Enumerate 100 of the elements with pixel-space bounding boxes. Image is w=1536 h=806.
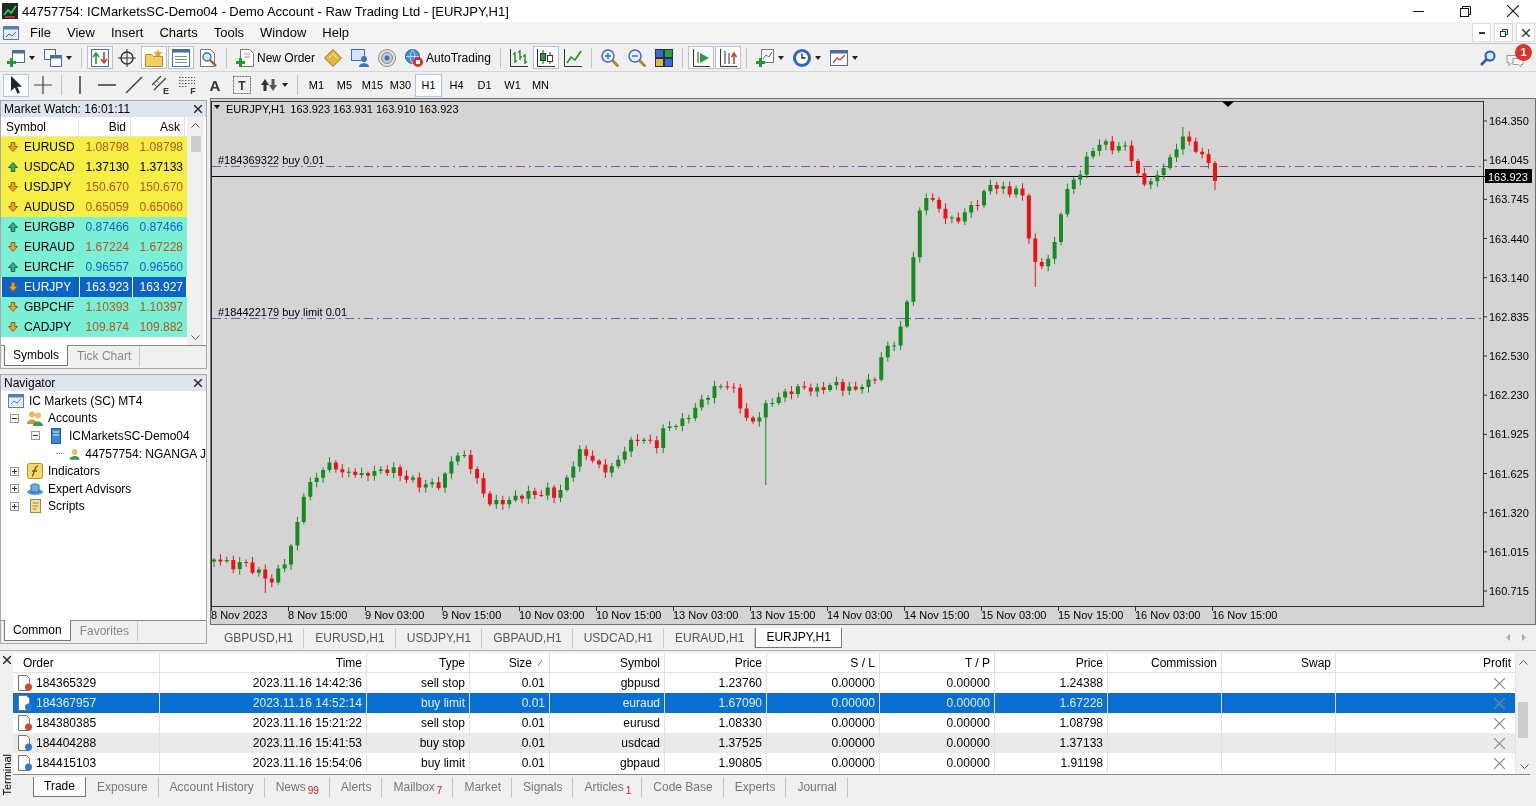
symbol-row[interactable]: EURGBP 0.87466 0.87466 — [1, 217, 187, 237]
timeframe-button[interactable]: M15 — [359, 73, 386, 97]
terminal-tab[interactable]: Articles $_{1}$ — [573, 777, 643, 798]
close-icon[interactable] — [1506, 5, 1519, 17]
order-row[interactable]: 184367957 2023.11.16 14:52:14 buy limit 0.01 euraud 1.67090 0.00000 0.00000 1.67228 — [13, 693, 1516, 713]
terminal-tab[interactable]: Journal — [786, 777, 848, 798]
menu-item[interactable]: Window — [252, 23, 315, 42]
caret-icon[interactable] — [282, 83, 288, 87]
symbol-row[interactable]: EURUSD 1.08798 1.08798 — [1, 137, 187, 157]
column-header[interactable]: Price — [995, 653, 1108, 672]
terminal-tab[interactable]: Market — [453, 777, 513, 798]
terminal-tab[interactable]: Signals — [512, 777, 574, 798]
symbol-row[interactable]: GBPCHF 1.10393 1.10397 — [1, 297, 187, 317]
menu-item[interactable]: Insert — [102, 23, 152, 42]
tree-item[interactable]: Indicators — [48, 464, 101, 479]
autotrading-button[interactable]: AutoTrading — [401, 46, 495, 69]
timeframe-button[interactable]: M1 — [303, 73, 330, 97]
panel-tab[interactable]: Symbols — [4, 345, 68, 366]
symbol-row[interactable]: AUDUSD 0.65059 0.65060 — [1, 197, 187, 217]
scrollbar[interactable] — [187, 117, 204, 345]
chart-window-icon[interactable] — [829, 48, 848, 67]
timeframe-button[interactable]: H1 — [415, 73, 442, 97]
timeframe-button[interactable]: W1 — [499, 73, 526, 97]
column-header[interactable]: S / L — [767, 653, 880, 672]
caret-icon[interactable] — [29, 55, 35, 60]
timeframe-button[interactable]: H4 — [443, 73, 470, 97]
chart-tab[interactable]: USDCAD,H1 — [572, 628, 665, 649]
terminal-tab[interactable]: Code Base — [642, 777, 724, 798]
chart-tab[interactable]: EURJPY,H1 — [755, 628, 842, 648]
menu-item[interactable]: Help — [314, 23, 358, 42]
column-header[interactable]: Type — [367, 653, 470, 672]
column-header[interactable]: Bid — [79, 117, 131, 136]
tree-item[interactable]: 44757754: NGANGA J — [85, 446, 206, 461]
arrows-icon[interactable] — [260, 76, 278, 94]
chart-tab[interactable]: GBPUSD,H1 — [213, 628, 305, 649]
symbol-row[interactable]: EURAUD 1.67224 1.67228 — [1, 237, 187, 257]
search-icon[interactable] — [1480, 49, 1496, 66]
caret-icon[interactable] — [214, 105, 220, 109]
menu-item[interactable]: View — [58, 23, 103, 42]
symbol-row[interactable]: EURJPY 163.923 163.927 — [1, 277, 187, 297]
minimize-icon[interactable] — [1413, 10, 1424, 12]
minimize-button[interactable] — [1472, 23, 1491, 42]
close-icon[interactable] — [1521, 28, 1530, 37]
scrollbar-thumb[interactable] — [190, 136, 201, 152]
terminal-tab[interactable]: News $_{99}$ — [264, 777, 330, 798]
order-row[interactable]: 184404288 2023.11.16 15:41:53 buy stop 0.01 usdcad 1.37525 0.00000 0.00000 1.37133 — [13, 733, 1516, 753]
terminal-tab[interactable]: Experts — [723, 777, 787, 798]
chart-plus-icon[interactable] — [755, 48, 774, 67]
clock-icon[interactable] — [792, 48, 811, 67]
restore-icon[interactable] — [1460, 5, 1471, 17]
column-header[interactable]: Size — [470, 653, 550, 672]
scrollbar[interactable] — [1516, 653, 1530, 774]
terminal-tab[interactable]: Alerts — [329, 777, 383, 798]
menu-item[interactable]: Charts — [151, 23, 206, 42]
scroll-down-icon[interactable] — [1520, 764, 1529, 769]
close-icon[interactable] — [194, 379, 202, 387]
chart-tab[interactable]: GBPAUD,H1 — [482, 628, 573, 649]
terminal-tab[interactable]: Mailbox $_{7}$ — [382, 777, 454, 798]
order-line[interactable] — [211, 166, 1484, 167]
menu-item[interactable]: Tools — [205, 23, 253, 42]
chart-tab[interactable]: USDJPY,H1 — [395, 628, 483, 649]
scroll-up-icon[interactable] — [191, 123, 200, 128]
menu-item[interactable]: File — [22, 23, 59, 42]
tree-toggle-icon[interactable] — [10, 484, 19, 494]
tree-toggle-icon[interactable] — [10, 413, 19, 423]
sort-icon[interactable] — [538, 659, 542, 666]
column-header[interactable]: Order — [13, 653, 160, 672]
scroll-down-icon[interactable] — [191, 335, 200, 340]
symbol-row[interactable]: USDJPY 150.670 150.670 — [1, 177, 187, 197]
column-header[interactable]: Price — [665, 653, 767, 672]
globe-stop-icon[interactable] — [405, 48, 423, 67]
scroll-up-icon[interactable] — [1518, 660, 1528, 665]
tree-item[interactable]: ICMarketsSC-Demo04 — [69, 429, 190, 443]
tree-toggle-icon[interactable] — [31, 431, 40, 441]
stacked-windows-icon[interactable] — [44, 48, 62, 67]
terminal-tab[interactable]: Exposure — [85, 777, 159, 798]
column-header[interactable]: Symbol — [1, 117, 79, 136]
tree-toggle-icon[interactable] — [10, 501, 19, 511]
close-button[interactable] — [1516, 23, 1535, 42]
caret-icon[interactable] — [66, 55, 72, 60]
chart-tab[interactable]: EURUSD,H1 — [304, 628, 396, 649]
column-header[interactable]: Commission — [1108, 653, 1222, 672]
close-icon[interactable] — [194, 105, 202, 113]
timeframe-button[interactable]: M5 — [331, 73, 358, 97]
tree-toggle-icon[interactable] — [10, 466, 19, 476]
caret-icon[interactable] — [851, 55, 858, 60]
chart-window-icon[interactable] — [3, 24, 19, 41]
terminal-tab[interactable]: Trade — [33, 777, 86, 797]
window-plus-icon[interactable] — [7, 48, 25, 67]
scrollbar-thumb[interactable] — [1518, 702, 1528, 738]
timeframe-button[interactable]: MN — [527, 73, 554, 97]
triangle-marker-icon[interactable] — [1222, 101, 1234, 107]
column-header[interactable]: Ask — [131, 117, 185, 136]
new-order-button[interactable]: New Order — [232, 46, 319, 69]
column-header[interactable]: Time — [160, 653, 367, 672]
tree-item[interactable]: IC Markets (SC) MT4 — [29, 393, 143, 408]
symbol-row[interactable]: EURCHF 0.96557 0.96560 — [1, 257, 187, 277]
caret-icon[interactable] — [814, 55, 821, 60]
timeframe-button[interactable]: M30 — [387, 73, 414, 97]
symbol-row[interactable]: CADJPY 109.874 109.882 — [1, 317, 187, 337]
